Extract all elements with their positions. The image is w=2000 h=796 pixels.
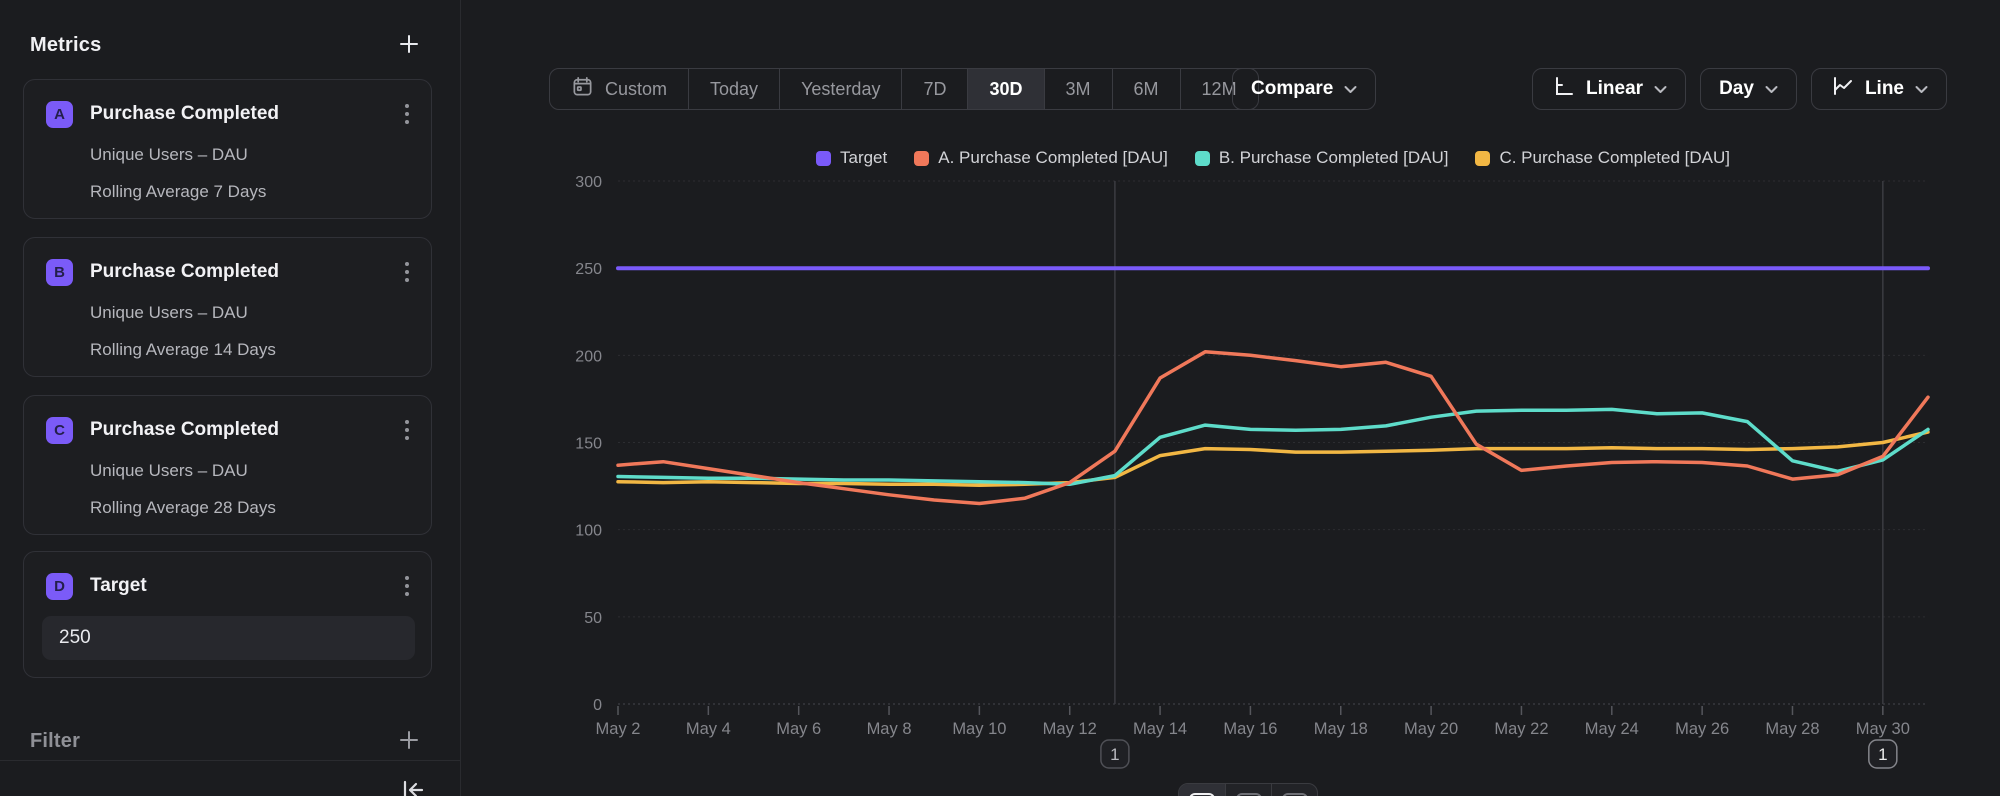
svg-text:May 6: May 6 — [776, 720, 821, 738]
svg-text:300: 300 — [575, 174, 602, 191]
svg-text:1: 1 — [1110, 745, 1119, 764]
svg-text:200: 200 — [575, 348, 602, 365]
svg-text:May 12: May 12 — [1043, 720, 1097, 738]
svg-text:May 4: May 4 — [686, 720, 731, 738]
svg-text:250: 250 — [575, 261, 602, 278]
svg-text:1: 1 — [1878, 745, 1887, 764]
svg-text:150: 150 — [575, 436, 602, 453]
analytics-app: Metrics A Purchase Completed Unique User… — [0, 0, 2000, 796]
svg-text:May 20: May 20 — [1404, 720, 1458, 738]
view-toggle-table[interactable] — [1225, 784, 1271, 796]
svg-text:May 26: May 26 — [1675, 720, 1729, 738]
view-toggle-chart[interactable] — [1179, 784, 1225, 796]
svg-text:May 8: May 8 — [867, 720, 912, 738]
svg-text:50: 50 — [584, 610, 602, 627]
view-toggle-control — [1178, 783, 1318, 796]
svg-text:May 22: May 22 — [1494, 720, 1548, 738]
svg-text:0: 0 — [593, 697, 602, 714]
svg-text:May 10: May 10 — [952, 720, 1006, 738]
svg-text:May 30: May 30 — [1856, 720, 1910, 738]
svg-text:May 14: May 14 — [1133, 720, 1187, 738]
svg-text:May 24: May 24 — [1585, 720, 1639, 738]
svg-text:May 18: May 18 — [1314, 720, 1368, 738]
svg-text:May 2: May 2 — [596, 720, 641, 738]
svg-text:May 16: May 16 — [1223, 720, 1277, 738]
svg-text:100: 100 — [575, 523, 602, 540]
svg-text:May 28: May 28 — [1765, 720, 1819, 738]
line-chart[interactable]: 0 50 100 150 200 250 300 May 2 May 4 May 6 May 8 Ma… — [0, 0, 2000, 796]
view-toggle-both[interactable] — [1271, 784, 1317, 796]
